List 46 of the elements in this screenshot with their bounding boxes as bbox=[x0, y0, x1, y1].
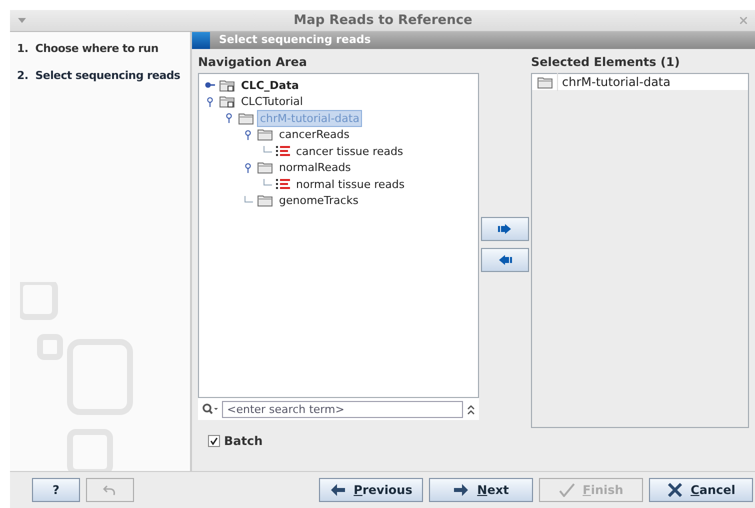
tree-item[interactable]: cancerReads bbox=[277, 127, 352, 142]
section-title: Select sequencing reads bbox=[219, 32, 371, 48]
reads-icon bbox=[276, 145, 290, 158]
folder-icon bbox=[257, 194, 273, 208]
undo-icon bbox=[103, 483, 117, 497]
panel-title: Selected Elements (1) bbox=[531, 54, 681, 71]
expanded-handle-icon[interactable] bbox=[224, 113, 234, 124]
search-field[interactable]: <enter search term> bbox=[222, 400, 463, 418]
step-label: 2. Select sequencing reads bbox=[17, 68, 182, 84]
panel-title: Navigation Area bbox=[198, 54, 308, 71]
arrow-right-icon bbox=[498, 224, 512, 234]
search-icon[interactable] bbox=[202, 403, 218, 415]
batch-label: Batch bbox=[224, 433, 263, 450]
tree-item[interactable]: normalReads bbox=[277, 160, 353, 176]
section-header-icon bbox=[192, 32, 210, 49]
add-button[interactable] bbox=[481, 217, 529, 241]
window-title: Map Reads to Reference bbox=[292, 12, 474, 30]
check-icon bbox=[558, 483, 575, 497]
close-icon bbox=[666, 483, 683, 497]
shared-folder-icon bbox=[219, 78, 235, 92]
previous-button[interactable]: Previous bbox=[319, 478, 423, 502]
arrow-left-icon bbox=[330, 483, 346, 497]
collapsed-handle-icon[interactable] bbox=[205, 80, 215, 90]
folder-icon bbox=[238, 112, 254, 125]
tree-item[interactable]: normal tissue reads bbox=[294, 176, 407, 192]
arrow-left-icon bbox=[498, 255, 512, 265]
expanded-handle-icon[interactable] bbox=[205, 96, 215, 107]
folder-icon bbox=[536, 76, 552, 88]
folder-icon bbox=[257, 161, 273, 174]
folder-icon bbox=[257, 128, 273, 142]
remove-button[interactable] bbox=[481, 248, 529, 272]
tree-item[interactable]: cancer tissue reads bbox=[294, 144, 406, 159]
cancel-button[interactable]: Cancel bbox=[649, 478, 753, 502]
tree-item[interactable]: CLCTutorial bbox=[239, 94, 305, 110]
batch-checkbox[interactable] bbox=[208, 435, 220, 447]
arrow-right-icon bbox=[453, 483, 470, 497]
expanded-handle-icon[interactable] bbox=[243, 130, 253, 140]
shared-folder-icon bbox=[219, 95, 235, 108]
tree-item[interactable]: CLC_Data bbox=[239, 78, 301, 93]
tree-item[interactable]: genomeTracks bbox=[277, 193, 360, 208]
help-button[interactable]: ? bbox=[32, 478, 80, 502]
step-label: 1. Choose where to run bbox=[17, 41, 160, 57]
expanded-handle-icon[interactable] bbox=[243, 162, 253, 173]
next-button[interactable]: Next bbox=[429, 478, 533, 502]
collapse-icon[interactable] bbox=[467, 404, 475, 414]
reads-icon bbox=[276, 178, 290, 190]
